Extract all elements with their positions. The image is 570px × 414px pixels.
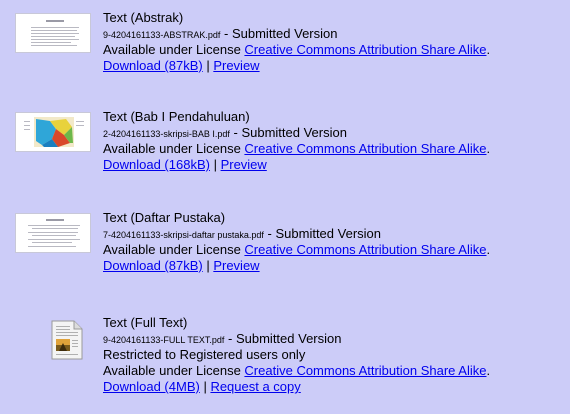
abstrak-preview-link[interactable]: Preview — [213, 58, 259, 73]
full-text-restricted-note: Restricted to Registered users only — [103, 347, 306, 362]
full-text-filename: 9-4204161133-FULL TEXT.pdf — [103, 335, 225, 345]
bab-i-separator: | — [209, 157, 221, 172]
daftar-pustaka-download-link[interactable]: Download (87kB) — [103, 258, 203, 273]
generic-document-icon[interactable] — [50, 320, 84, 360]
bab-i-title: Text (Bab I Pendahuluan) — [103, 109, 250, 124]
daftar-pustaka-version: - Submitted Version — [263, 226, 381, 241]
bab-i-filename: 2-4204161133-skripsi-BAB I.pdf — [103, 129, 230, 139]
abstrak-version: - Submitted Version — [220, 26, 338, 41]
request-a-copy-link[interactable]: Request a copy — [210, 379, 300, 394]
daftar-pustaka-info: Text (Daftar Pustaka) 7-4204161133-skrip… — [103, 210, 570, 274]
bab-i-version: - Submitted Version — [229, 125, 347, 140]
abstrak-download-link[interactable]: Download (87kB) — [103, 58, 203, 73]
full-text-license-suffix: . — [486, 363, 491, 378]
bab-i-license-prefix: Available under License — [103, 141, 245, 156]
abstrak-title: Text (Abstrak) — [103, 10, 184, 25]
full-text-separator: | — [199, 379, 211, 394]
full-text-version: - Submitted Version — [224, 331, 342, 346]
daftar-pustaka-filename: 7-4204161133-skripsi-daftar pustaka.pdf — [103, 230, 264, 240]
abstrak-info: Text (Abstrak) 9-4204161133-ABSTRAK.pdf … — [103, 10, 570, 74]
daftar-pustaka-license-link[interactable]: Creative Commons Attribution Share Alike — [244, 242, 486, 257]
daftar-pustaka-preview-link[interactable]: Preview — [213, 258, 259, 273]
daftar-pustaka-license-suffix: . — [486, 242, 491, 257]
abstrak-license-link[interactable]: Creative Commons Attribution Share Alike — [244, 42, 486, 57]
full-text-title: Text (Full Text) — [103, 315, 188, 330]
abstrak-license-prefix: Available under License — [103, 42, 245, 57]
daftar-pustaka-separator: | — [202, 258, 214, 273]
bab-i-preview-link[interactable]: Preview — [221, 157, 267, 172]
bab-i-info: Text (Bab I Pendahuluan) 2-4204161133-sk… — [103, 109, 570, 173]
daftar-pustaka-thumbnail-icon[interactable] — [15, 213, 91, 253]
abstrak-filename: 9-4204161133-ABSTRAK.pdf — [103, 30, 221, 40]
full-text-license-prefix: Available under License — [103, 363, 245, 378]
daftar-pustaka-title: Text (Daftar Pustaka) — [103, 210, 226, 225]
document-icon-graphic — [51, 320, 83, 360]
abstrak-thumbnail-icon[interactable] — [15, 13, 91, 53]
full-text-info: Text (Full Text) 9-4204161133-FULL TEXT.… — [103, 315, 570, 395]
bab-i-thumbnail-icon[interactable] — [15, 112, 91, 152]
abstrak-license-suffix: . — [486, 42, 491, 57]
bab-i-license-suffix: . — [486, 141, 491, 156]
daftar-pustaka-license-prefix: Available under License — [103, 242, 245, 257]
bab-i-download-link[interactable]: Download (168kB) — [103, 157, 210, 172]
abstrak-separator: | — [202, 58, 214, 73]
full-text-download-link[interactable]: Download (4MB) — [103, 379, 200, 394]
bab-i-license-link[interactable]: Creative Commons Attribution Share Alike — [244, 141, 486, 156]
map-thumbnail-graphic — [16, 113, 90, 151]
full-text-license-link[interactable]: Creative Commons Attribution Share Alike — [244, 363, 486, 378]
